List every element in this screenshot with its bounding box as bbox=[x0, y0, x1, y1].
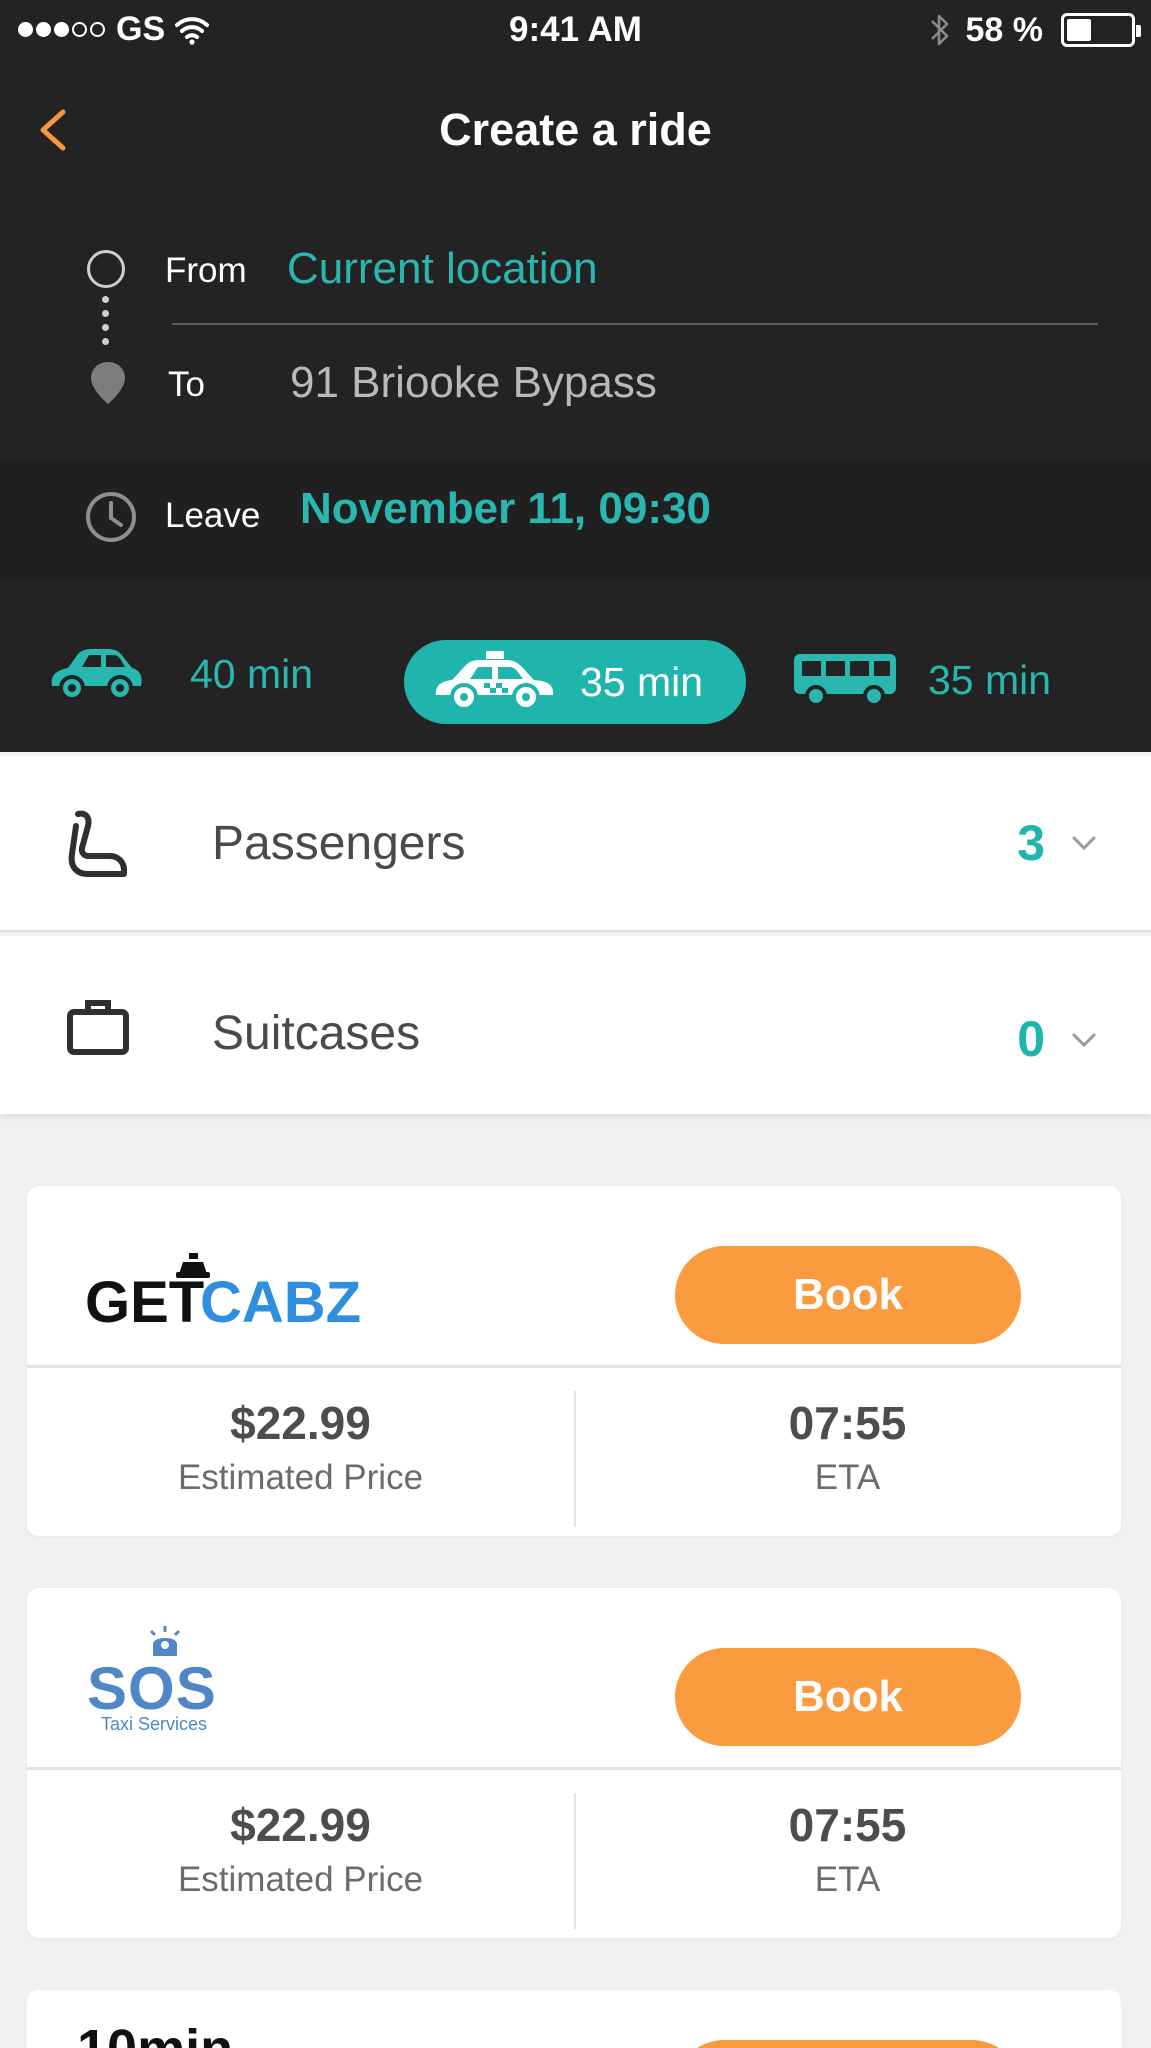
car-icon bbox=[51, 649, 142, 701]
chevron-down-icon bbox=[1072, 836, 1096, 851]
mode-bus-time: 35 min bbox=[928, 656, 1052, 703]
provider-card-header: GET CABZ Book bbox=[27, 1186, 1121, 1368]
passengers-row[interactable]: Passengers 3 bbox=[0, 756, 1151, 932]
leave-time-field[interactable]: November 11, 09:30 bbox=[300, 484, 711, 534]
siren-icon bbox=[149, 1626, 181, 1656]
mode-car-time: 40 min bbox=[190, 650, 314, 697]
mode-taxi-time: 35 min bbox=[580, 658, 704, 705]
mode-taxi-option[interactable]: 35 min bbox=[404, 640, 746, 724]
origin-circle-icon bbox=[87, 250, 125, 288]
eta-label: ETA bbox=[814, 1458, 881, 1497]
sos-taxi-logo: SOS Taxi Services bbox=[87, 1624, 237, 1734]
estimated-price: $22.99 bbox=[230, 1397, 371, 1449]
estimated-price-label: Estimated Price bbox=[177, 1458, 424, 1497]
book-button[interactable]: Book bbox=[675, 1648, 1021, 1746]
chevron-down-icon bbox=[1072, 1033, 1096, 1048]
svg-text:CABZ: CABZ bbox=[200, 1270, 361, 1328]
seat-icon bbox=[68, 810, 127, 877]
suitcase-icon bbox=[67, 1000, 129, 1055]
taxi-icon bbox=[435, 651, 554, 711]
provider-card-sos: SOS Taxi Services Book $22.99 Estimated … bbox=[27, 1588, 1121, 1938]
provider-card-getcabz: GET CABZ Book $22.99 Estimated Price 07:… bbox=[27, 1186, 1121, 1536]
provider-card-10min: 10min bbox=[27, 1990, 1121, 2048]
getcabz-logo: GET CABZ bbox=[85, 1253, 361, 1328]
route-dots bbox=[102, 296, 110, 356]
mode-bus-option[interactable]: 35 min bbox=[792, 652, 1051, 708]
leave-label: Leave bbox=[165, 496, 261, 535]
suitcases-row[interactable]: Suitcases 0 bbox=[0, 936, 1151, 1114]
suitcases-label: Suitcases bbox=[212, 1007, 421, 1060]
10min-logo: 10min bbox=[77, 2018, 233, 2048]
battery-level bbox=[1067, 19, 1092, 41]
battery-percent: 58 % bbox=[965, 10, 1044, 49]
from-field[interactable]: Current location bbox=[287, 244, 598, 294]
clock-icon bbox=[86, 492, 136, 542]
mode-car-option[interactable]: 40 min bbox=[46, 644, 313, 704]
bluetooth-icon bbox=[930, 14, 948, 46]
eta-value: 07:55 bbox=[788, 1397, 907, 1449]
book-button[interactable]: Book bbox=[675, 1246, 1021, 1344]
eta-block: 07:55 ETA bbox=[574, 1396, 1121, 1498]
ride-header-panel: GS 9:41 AM 58 % Create a ride From Curre… bbox=[0, 0, 1151, 752]
price-block: $22.99 Estimated Price bbox=[27, 1396, 574, 1498]
svg-text:GET: GET bbox=[85, 1270, 204, 1328]
sos-logo-text: SOS bbox=[87, 1655, 217, 1722]
price-block: $22.99 Estimated Price bbox=[27, 1798, 574, 1900]
from-label: From bbox=[165, 251, 247, 290]
battery-tip bbox=[1136, 25, 1141, 37]
passengers-count: 3 bbox=[1017, 815, 1045, 871]
location-pin-icon bbox=[91, 362, 125, 404]
to-label: To bbox=[168, 365, 205, 404]
estimated-price: $22.99 bbox=[230, 1799, 371, 1851]
battery-icon bbox=[1061, 13, 1141, 47]
eta-block: 07:55 ETA bbox=[574, 1798, 1121, 1900]
eta-label: ETA bbox=[814, 1860, 881, 1899]
provider-card-header: SOS Taxi Services Book bbox=[27, 1588, 1121, 1770]
book-button[interactable] bbox=[675, 2040, 1021, 2048]
estimated-price-label: Estimated Price bbox=[177, 1860, 424, 1899]
sos-logo-subtitle: Taxi Services bbox=[101, 1714, 208, 1734]
suitcases-count: 0 bbox=[1017, 1011, 1045, 1067]
bus-icon bbox=[794, 654, 896, 707]
route-divider bbox=[172, 323, 1098, 325]
status-right: 58 % bbox=[928, 10, 1141, 50]
page-title: Create a ride bbox=[439, 104, 712, 155]
passengers-label: Passengers bbox=[212, 817, 466, 870]
to-field[interactable]: 91 Briooke Bypass bbox=[290, 358, 657, 408]
status-bar: GS 9:41 AM 58 % bbox=[0, 0, 1151, 64]
eta-value: 07:55 bbox=[788, 1799, 907, 1851]
